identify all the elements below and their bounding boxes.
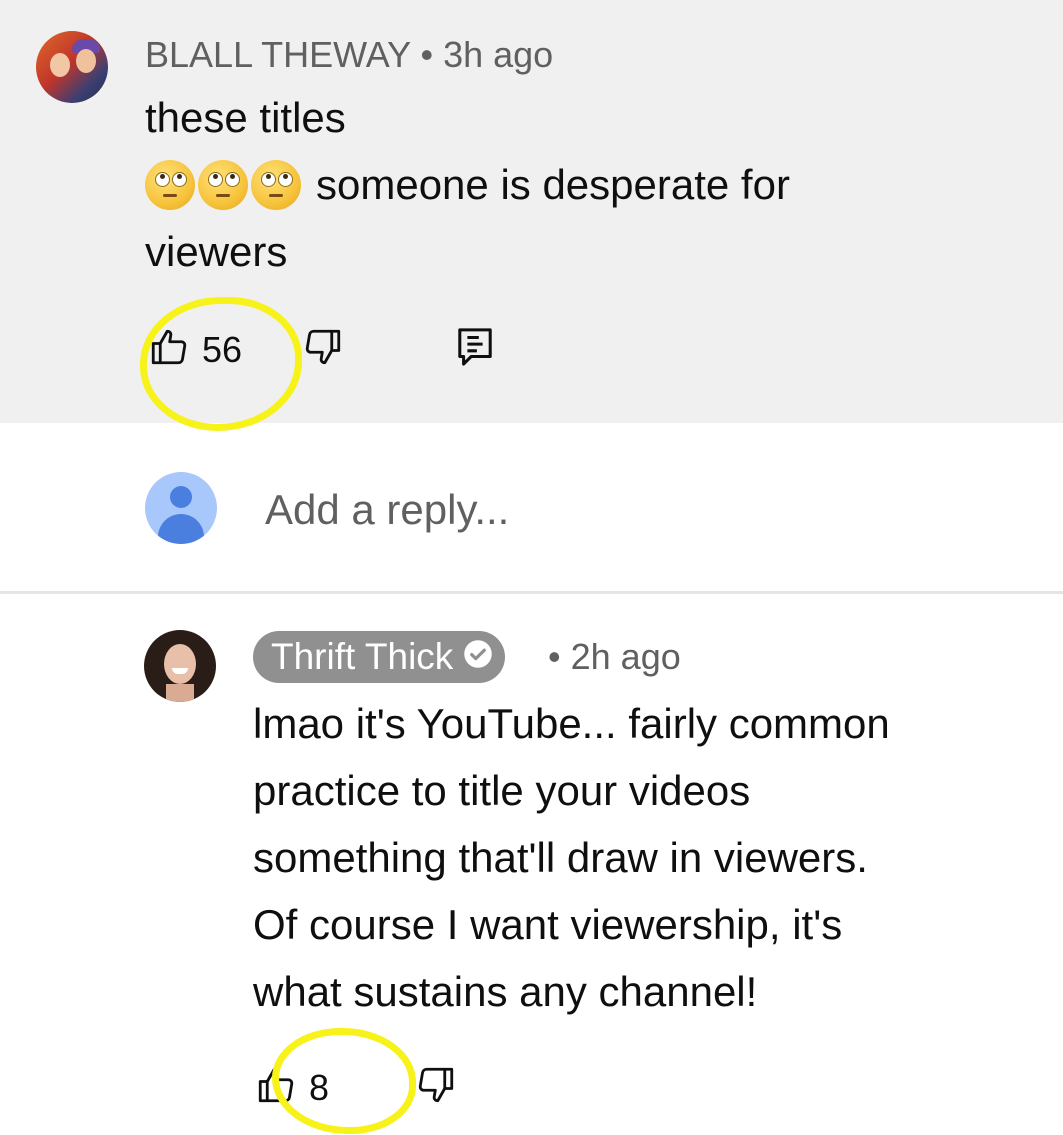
comment-line: something that'll draw in viewers. — [253, 834, 868, 881]
reply-icon[interactable] — [456, 326, 494, 373]
like-count: 8 — [309, 1066, 330, 1108]
dislike-icon[interactable] — [415, 1064, 457, 1111]
like-icon[interactable] — [255, 1064, 297, 1111]
rolling-eyes-emoji-icon — [251, 159, 301, 210]
author-name[interactable]: BLALL THEWAY — [145, 34, 410, 75]
comment-line: viewers — [145, 228, 288, 275]
comment-meta: • 2h ago — [548, 636, 681, 678]
dislike-icon[interactable] — [302, 326, 344, 373]
comment-line: practice to title your videos — [253, 767, 751, 814]
comment-actions: 8 — [255, 1064, 457, 1111]
rolling-eyes-emoji-icon — [198, 159, 248, 210]
comment-line-text: someone is desperate for — [316, 161, 790, 208]
add-reply-input[interactable]: Add a reply... — [265, 486, 509, 534]
author-name: Thrift Thick — [271, 636, 454, 677]
author-avatar[interactable] — [144, 630, 216, 702]
like-icon[interactable] — [148, 326, 190, 373]
meta-separator: • — [420, 34, 434, 75]
default-avatar-icon — [145, 472, 217, 544]
highlighted-comment: BLALL THEWAY • 3h ago these titles someo… — [0, 0, 1063, 423]
comment-line: lmao it's YouTube... fairly common — [253, 700, 890, 747]
meta-separator: • — [548, 636, 561, 677]
comment-time: 3h ago — [443, 34, 554, 75]
comment-body: these titles someone is desperate for vi… — [145, 84, 905, 285]
comment-body: lmao it's YouTube... fairly common pract… — [253, 690, 1033, 1025]
comment-line: what sustains any channel! — [253, 968, 758, 1015]
divider — [0, 591, 1063, 594]
author-avatar[interactable] — [36, 31, 108, 103]
comment-time: 2h ago — [570, 636, 681, 677]
comment-line: someone is desperate for — [145, 151, 905, 218]
like-count: 56 — [202, 328, 243, 370]
comment-line: Of course I want viewership, it's — [253, 901, 843, 948]
rolling-eyes-emoji-icon — [145, 159, 195, 210]
comment-line: these titles — [145, 94, 346, 141]
comment-meta: BLALL THEWAY • 3h ago — [145, 34, 553, 76]
creator-name-badge[interactable]: Thrift Thick — [253, 631, 506, 683]
verified-check-icon — [463, 636, 493, 678]
comment-actions: 56 — [148, 326, 494, 373]
